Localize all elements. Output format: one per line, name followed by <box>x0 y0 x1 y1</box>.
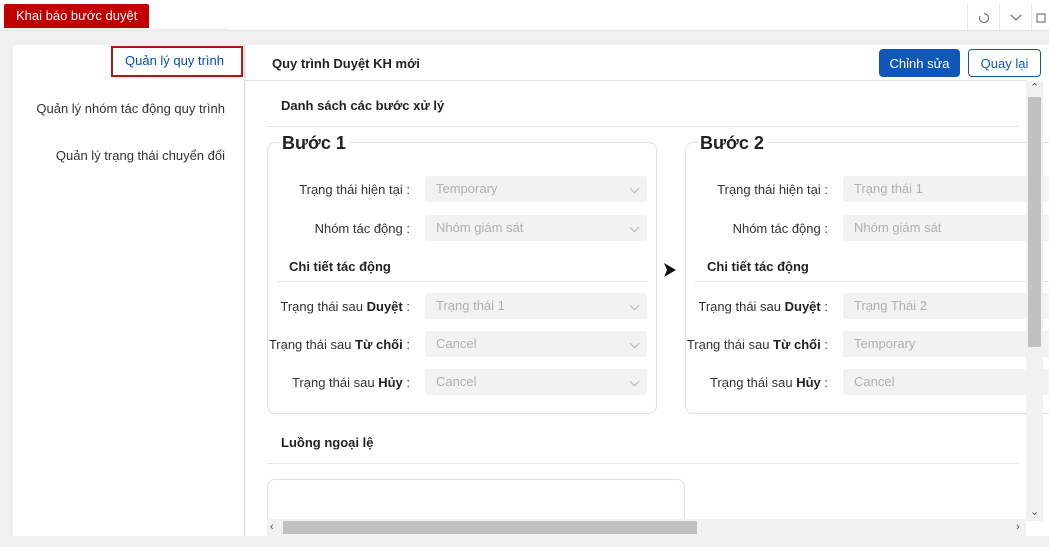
after-reject-label: Trạng thái sau Từ chối : <box>686 337 828 352</box>
main-panel: Quy trình Duyệt KH mới Chỉnh sửa Quay lạ… <box>246 45 1049 536</box>
step-card: Bước 1 Trạng thái hiện tại : Temporary N… <box>267 133 657 414</box>
section-divider <box>267 126 1019 127</box>
after-cancel-select[interactable]: Cancel <box>843 369 1049 395</box>
after-cancel-select[interactable]: Cancel <box>425 369 647 395</box>
action-group-select[interactable]: Nhóm giám sát <box>843 215 1049 241</box>
after-approve-label: Trạng thái sau Duyệt : <box>280 299 410 314</box>
sidebar: Quản lý quy trình Quản lý nhóm tác động … <box>13 45 245 536</box>
scroll-right-icon[interactable]: › <box>1016 522 1020 533</box>
chevron-down-icon <box>629 300 640 311</box>
chevron-down-icon <box>629 183 640 194</box>
steps-section-title: Danh sách các bước xử lý <box>281 98 445 113</box>
horizontal-scroll-thumb[interactable] <box>283 521 697 534</box>
step-card: Bước 2 Trạng thái hiện tại : Trạng thái … <box>685 133 1049 414</box>
exception-section-title: Luồng ngoại lệ <box>281 435 374 450</box>
edit-button[interactable]: Chỉnh sửa <box>879 49 960 77</box>
action-group-select[interactable]: Nhóm giám sát <box>425 215 647 241</box>
after-approve-label: Trạng thái sau Duyệt : <box>698 299 828 314</box>
after-reject-select[interactable]: Temporary <box>843 331 1049 357</box>
action-group-label: Nhóm tác động : <box>314 221 410 236</box>
chevron-down-icon <box>629 222 640 233</box>
section-divider <box>267 463 1019 464</box>
chevron-down-icon <box>1010 14 1021 21</box>
step-title: Bước 2 <box>698 133 768 154</box>
sidebar-item-quan-ly-quy-trinh[interactable]: Quản lý quy trình <box>111 46 243 77</box>
after-cancel-label: Trạng thái sau Hủy : <box>709 375 828 390</box>
chevron-down-icon <box>629 376 640 387</box>
sidebar-item-quan-ly-trang-thai[interactable]: Quản lý trạng thái chuyển đổi <box>56 148 225 163</box>
current-status-label: Trạng thái hiện tại : <box>717 182 828 197</box>
title-divider <box>246 80 1027 81</box>
horizontal-scrollbar[interactable]: ‹ › <box>267 519 1026 536</box>
action-group-label: Nhóm tác động : <box>732 221 828 236</box>
action-detail-title: Chi tiết tác động <box>289 259 391 274</box>
maximize-icon <box>1035 12 1046 23</box>
collapse-button[interactable] <box>999 4 1031 31</box>
vertical-scroll-thumb[interactable] <box>1028 97 1041 347</box>
after-reject-label: Trạng thái sau Từ chối : <box>268 337 410 352</box>
scroll-down-icon[interactable]: ⌄ <box>1030 507 1039 518</box>
current-status-label: Trạng thái hiện tại : <box>299 182 410 197</box>
current-status-select[interactable]: Trạng thái 1 <box>843 176 1049 202</box>
sidebar-item-quan-ly-nhom-tac-dong[interactable]: Quản lý nhóm tác động quy trình <box>36 101 225 116</box>
after-cancel-label: Trạng thái sau Hủy : <box>291 375 410 390</box>
scroll-up-icon[interactable]: ⌃ <box>1030 83 1039 94</box>
after-reject-select[interactable]: Cancel <box>425 331 647 357</box>
top-bar: Khai báo bước duyệt <box>0 0 1049 31</box>
refresh-icon <box>978 12 989 23</box>
arrow-right-icon <box>664 263 676 277</box>
subsection-divider <box>695 281 1049 282</box>
refresh-button[interactable] <box>967 4 999 31</box>
scroll-left-icon[interactable]: ‹ <box>270 522 274 533</box>
tab-underline <box>4 28 230 30</box>
chevron-down-icon <box>629 338 640 349</box>
tab-khai-bao-buoc-duyet[interactable]: Khai báo bước duyệt <box>4 4 150 28</box>
step-title: Bước 1 <box>280 133 350 154</box>
action-detail-title: Chi tiết tác động <box>707 259 809 274</box>
page-title: Quy trình Duyệt KH mới <box>272 56 420 71</box>
maximize-button[interactable] <box>1031 4 1049 31</box>
subsection-divider <box>277 281 648 282</box>
after-approve-select[interactable]: Trạng thái 1 <box>425 293 647 319</box>
after-approve-select[interactable]: Trạng Thái 2 <box>843 293 1049 319</box>
back-button[interactable]: Quay lại <box>968 49 1041 77</box>
vertical-scrollbar[interactable]: ⌃ ⌄ <box>1026 81 1043 521</box>
current-status-select[interactable]: Temporary <box>425 176 647 202</box>
